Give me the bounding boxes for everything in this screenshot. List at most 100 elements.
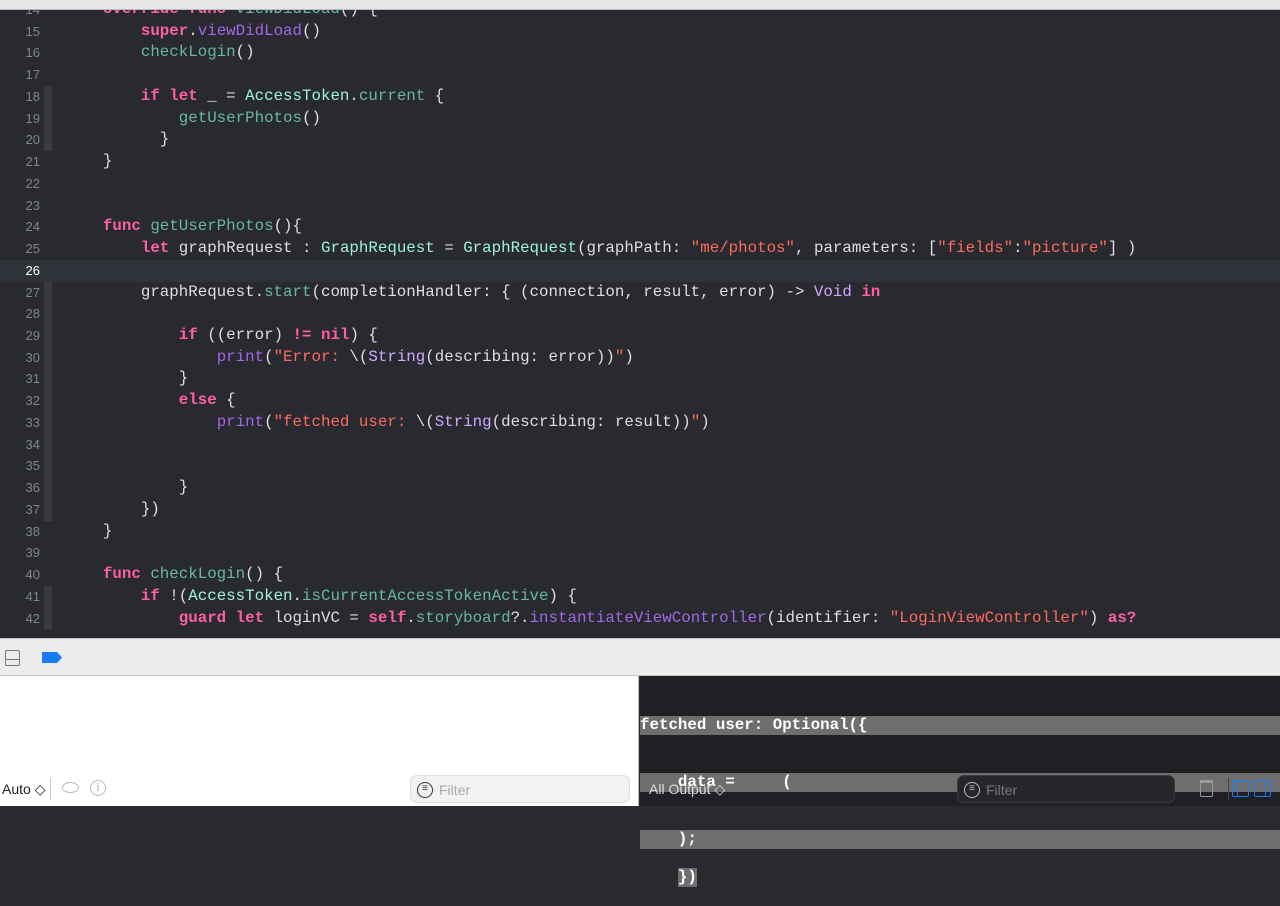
line-number[interactable]: 39 (0, 542, 40, 564)
code-fold-ribbon[interactable] (44, 42, 52, 64)
code-line[interactable]: 27 graphRequest.start(completionHandler:… (0, 281, 1280, 304)
code-fold-ribbon[interactable] (44, 433, 52, 456)
code-fold-ribbon[interactable] (44, 260, 52, 282)
code-line[interactable]: 22 (0, 173, 1280, 195)
line-number[interactable]: 41 (0, 586, 40, 608)
code-fold-ribbon[interactable] (44, 281, 52, 304)
line-number[interactable]: 26 (0, 260, 40, 282)
line-number[interactable]: 31 (0, 368, 40, 390)
code-fold-ribbon[interactable] (44, 368, 52, 391)
code-fold-ribbon[interactable] (44, 607, 52, 630)
code-fold-ribbon[interactable] (44, 411, 52, 434)
code-line[interactable]: 24 func getUserPhotos(){ (0, 216, 1280, 238)
code-line[interactable]: 38 } (0, 521, 1280, 543)
code-line[interactable]: 29 if ((error) != nil) { (0, 325, 1280, 347)
code-line[interactable]: 35 (0, 455, 1280, 478)
code-line[interactable]: 33 print("fetched user: \(String(describ… (0, 411, 1280, 434)
code-fold-ribbon[interactable] (44, 64, 52, 86)
line-number[interactable]: 16 (0, 42, 40, 64)
line-number[interactable]: 22 (0, 173, 40, 195)
code-line[interactable]: 25 let graphRequest : GraphRequest = Gra… (0, 238, 1280, 260)
code-line[interactable]: 39 (0, 542, 1280, 564)
code-fold-ribbon[interactable] (44, 390, 52, 412)
code-line[interactable]: 30 print("Error: \(String(describing: er… (0, 346, 1280, 369)
trash-icon[interactable] (1200, 780, 1213, 797)
code-fold-ribbon[interactable] (44, 173, 52, 195)
code-fold-ribbon[interactable] (44, 195, 52, 217)
variables-scope-select[interactable]: Auto ◇ (2, 781, 45, 798)
breakpoints-toggle-icon[interactable] (42, 652, 62, 663)
line-number[interactable]: 21 (0, 151, 40, 173)
line-number[interactable]: 28 (0, 303, 40, 325)
code-fold-ribbon[interactable] (44, 151, 52, 173)
code-fold-ribbon[interactable] (44, 498, 52, 521)
line-number[interactable]: 29 (0, 325, 40, 347)
code-line[interactable]: 23 (0, 195, 1280, 217)
code-line[interactable]: 41 if !(AccessToken.isCurrentAccessToken… (0, 585, 1280, 608)
code-fold-ribbon[interactable] (44, 21, 52, 43)
variables-filter-input[interactable]: ≡ Filter (410, 775, 630, 803)
code-line[interactable]: 28 (0, 303, 1280, 326)
code-line[interactable]: 37 }) (0, 498, 1280, 521)
show-console-view-icon[interactable] (1254, 780, 1271, 797)
code-line[interactable]: 36 } (0, 477, 1280, 499)
code-line[interactable]: 40 func checkLogin() { (0, 564, 1280, 586)
code-line[interactable]: 42 guard let loginVC = self.storyboard?.… (0, 607, 1280, 630)
code-fold-ribbon[interactable] (44, 129, 52, 152)
hide-debug-area-icon[interactable] (5, 650, 20, 666)
code-fold-ribbon[interactable] (44, 325, 52, 347)
line-number[interactable]: 40 (0, 564, 40, 586)
code-line[interactable]: 17 (0, 64, 1280, 86)
line-number[interactable]: 36 (0, 477, 40, 499)
eye-icon[interactable] (62, 782, 79, 793)
line-number[interactable]: 33 (0, 412, 40, 434)
line-number[interactable]: 34 (0, 434, 40, 456)
code-fold-ribbon[interactable] (44, 521, 52, 543)
console-view[interactable]: fetched user: Optional({ data = ( ); }) … (640, 676, 1280, 887)
code-line[interactable]: 20 } (0, 129, 1280, 152)
line-number[interactable]: 24 (0, 216, 40, 238)
code-fold-ribbon[interactable] (44, 564, 52, 586)
code-fold-ribbon[interactable] (44, 107, 52, 130)
line-number[interactable]: 14 (0, 10, 40, 21)
code-fold-ribbon[interactable] (44, 455, 52, 478)
info-icon[interactable]: i (90, 780, 106, 796)
code-line[interactable]: 34 (0, 433, 1280, 456)
line-number[interactable]: 35 (0, 455, 40, 477)
line-number[interactable]: 32 (0, 390, 40, 412)
line-number[interactable]: 25 (0, 238, 40, 260)
code-editor[interactable]: 14 override func viewDidLoad() {15 super… (0, 10, 1280, 638)
console-filter-input[interactable]: ≡ Filter (957, 775, 1175, 803)
code-line[interactable]: 21 } (0, 151, 1280, 173)
line-number[interactable]: 38 (0, 521, 40, 543)
code-fold-ribbon[interactable] (44, 477, 52, 499)
code-fold-ribbon[interactable] (44, 303, 52, 326)
line-number[interactable]: 42 (0, 608, 40, 630)
code-fold-ribbon[interactable] (44, 346, 52, 369)
line-number[interactable]: 18 (0, 86, 40, 108)
code-line[interactable]: 26 (0, 259, 1280, 282)
line-number[interactable]: 37 (0, 499, 40, 521)
code-line[interactable]: 18 if let _ = AccessToken.current { (0, 85, 1280, 108)
code-fold-ribbon[interactable] (44, 85, 52, 108)
line-number[interactable]: 15 (0, 21, 40, 43)
line-number[interactable]: 30 (0, 347, 40, 369)
code-fold-ribbon[interactable] (44, 238, 52, 260)
output-scope-select[interactable]: All Output ◇ (649, 781, 725, 798)
code-line[interactable]: 31 } (0, 368, 1280, 391)
code-line[interactable]: 14 override func viewDidLoad() { (0, 10, 1280, 21)
line-number[interactable]: 17 (0, 64, 40, 86)
line-number[interactable]: 20 (0, 129, 40, 151)
code-line[interactable]: 19 getUserPhotos() (0, 107, 1280, 130)
code-line[interactable]: 15 super.viewDidLoad() (0, 21, 1280, 43)
code-fold-ribbon[interactable] (44, 10, 52, 21)
show-variables-view-icon[interactable] (1232, 780, 1249, 797)
code-fold-ribbon[interactable] (44, 585, 52, 608)
line-number[interactable]: 27 (0, 282, 40, 304)
code-fold-ribbon[interactable] (44, 542, 52, 564)
code-line[interactable]: 32 else { (0, 390, 1280, 412)
code-line[interactable]: 16 checkLogin() (0, 42, 1280, 64)
line-number[interactable]: 23 (0, 195, 40, 217)
code-fold-ribbon[interactable] (44, 216, 52, 238)
line-number[interactable]: 19 (0, 108, 40, 130)
